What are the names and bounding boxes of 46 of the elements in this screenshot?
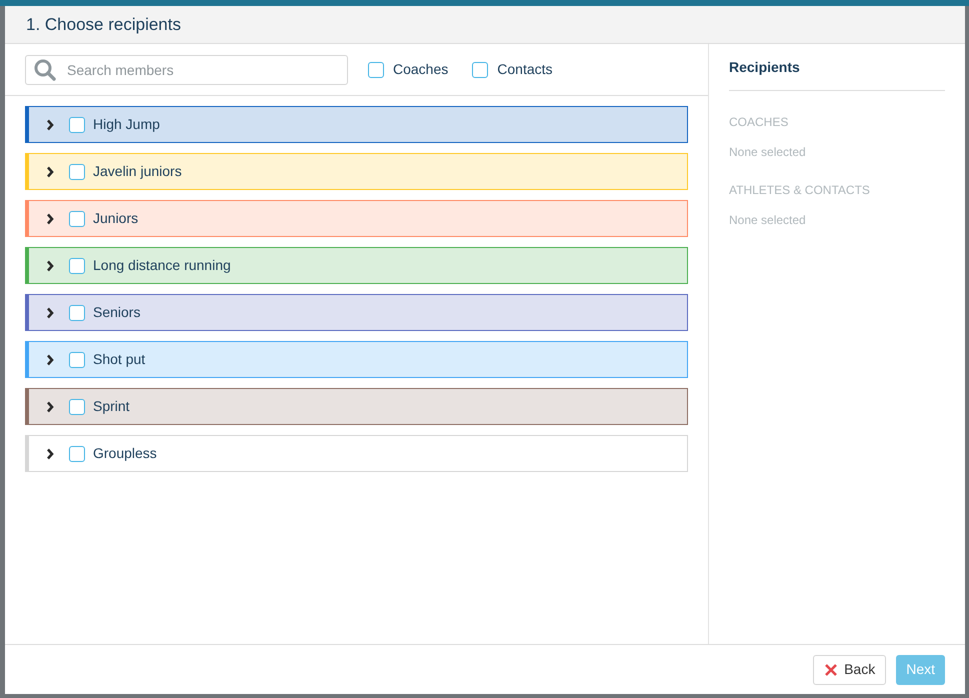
group-row[interactable]: Sprint: [25, 388, 688, 425]
group-row[interactable]: Juniors: [25, 200, 688, 237]
chevron-right-icon[interactable]: [45, 260, 55, 272]
group-name: Shot put: [93, 350, 146, 369]
group-name: Juniors: [93, 209, 138, 228]
checkbox[interactable]: [69, 446, 85, 462]
checkbox[interactable]: [69, 258, 85, 274]
checkbox[interactable]: [472, 62, 488, 78]
chevron-right-icon[interactable]: [45, 118, 55, 130]
search-icon: [33, 58, 57, 82]
group-row[interactable]: Javelin juniors: [25, 153, 688, 190]
chevron-right-icon[interactable]: [45, 166, 55, 178]
group-name: Long distance running: [93, 256, 231, 275]
group-row[interactable]: Seniors: [25, 294, 688, 331]
chevron-right-icon[interactable]: [45, 448, 55, 460]
checkbox[interactable]: [69, 116, 85, 132]
section-heading: ATHLETES & CONTACTS: [729, 182, 871, 199]
dialog-title: 1. Choose recipients: [26, 14, 181, 36]
group-name: Sprint: [93, 397, 130, 416]
recipients-title: Recipients: [729, 59, 800, 75]
checkbox[interactable]: [368, 62, 384, 78]
section-heading: COACHES: [729, 114, 790, 131]
section-value: None selected: [729, 212, 807, 229]
checkbox[interactable]: [69, 304, 85, 320]
checkbox[interactable]: [69, 210, 85, 226]
group-name: Javelin juniors: [93, 162, 182, 181]
checkbox-label: Coaches: [393, 60, 448, 79]
chevron-right-icon[interactable]: [45, 354, 55, 366]
group-name: High Jump: [93, 115, 160, 134]
group-row[interactable]: Shot put: [25, 341, 688, 378]
group-name: Seniors: [93, 303, 140, 322]
group-row[interactable]: Long distance running: [25, 247, 688, 284]
group-name: Groupless: [93, 444, 157, 463]
section-value: None selected: [729, 144, 807, 161]
group-row[interactable]: High Jump: [25, 106, 688, 143]
checkbox[interactable]: [69, 352, 85, 368]
checkbox-label: Contacts: [497, 60, 553, 79]
chevron-right-icon[interactable]: [45, 212, 55, 224]
search-field[interactable]: Search members: [25, 54, 348, 84]
group-row[interactable]: Groupless: [25, 435, 688, 472]
back-button[interactable]: Back: [813, 654, 886, 684]
close-icon: [824, 662, 838, 676]
checkbox[interactable]: [69, 398, 85, 414]
chevron-right-icon[interactable]: [45, 306, 55, 318]
checkbox[interactable]: [69, 164, 85, 180]
chevron-right-icon[interactable]: [45, 400, 55, 412]
